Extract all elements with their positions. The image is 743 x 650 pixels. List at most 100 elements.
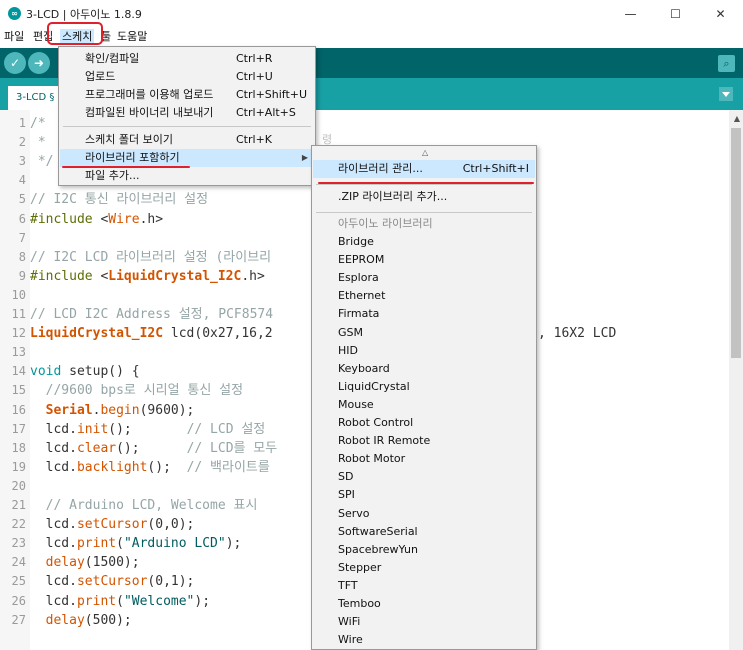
line-number: 24 (11, 555, 26, 570)
line-number: 21 (11, 498, 26, 512)
library-item[interactable]: Keyboard (313, 360, 535, 378)
library-item[interactable]: Robot IR Remote (313, 432, 535, 450)
library-item[interactable]: TFT (313, 577, 535, 595)
sketch-menu-item[interactable]: 확인/컴파일 Ctrl+R (60, 50, 314, 68)
line-number: 5 (18, 192, 26, 207)
sketch-menu-item[interactable]: 컴파일된 바이너리 내보내기 Ctrl+Alt+S (60, 104, 314, 122)
submenu-item-label: 아두이노 라이브러리 (338, 217, 433, 230)
line-number: 13 (11, 345, 26, 360)
library-item[interactable]: HID (313, 342, 535, 360)
code-text: // I2C 통신 라이브러리 설정 (30, 190, 208, 209)
code-token: */ (30, 154, 54, 170)
library-item[interactable]: EEPROM (313, 251, 535, 269)
line-number: 12 (11, 326, 26, 341)
code-token: ); (194, 593, 211, 609)
code-token: (0,0); (147, 517, 195, 533)
add-zip-library-item[interactable]: .ZIP 라이브러리 추가... (313, 188, 535, 206)
maximize-button[interactable]: ☐ (653, 0, 698, 28)
check-icon[interactable]: ✓ (4, 52, 26, 74)
library-item[interactable]: Robot Control (313, 414, 535, 432)
code-text: lcd.setCursor(0,0); (30, 515, 195, 534)
submenu-item-label: HID (338, 343, 358, 357)
magnifier-icon[interactable]: ⌕ (718, 55, 735, 72)
annotation-underline-manage (318, 182, 534, 184)
code-token: setCursor (76, 574, 148, 590)
scroll-up-icon[interactable]: ▲ (734, 114, 740, 123)
sketch-menu-item[interactable]: 업로드 Ctrl+U (60, 68, 314, 86)
sketch-menu-item[interactable]: 스케치 폴더 보이기 Ctrl+K (60, 131, 314, 149)
code-text: delay(1500); (30, 553, 140, 572)
arduino-logo-icon: ∞ (8, 7, 21, 20)
code-token: //9600 bps로 시리얼 통신 설정 (30, 383, 244, 399)
line-number: 16 (11, 402, 26, 417)
menu-item-label: 파일 추가... (85, 169, 140, 182)
library-item[interactable]: SPI (313, 486, 535, 504)
menu-item-label: 업로드 (85, 70, 116, 83)
line-number: 1 (18, 116, 26, 130)
library-item[interactable]: Mouse (313, 396, 535, 414)
menu-file[interactable]: 파일 (4, 29, 24, 45)
submenu-arrow-icon: ▶ (301, 153, 308, 162)
manage-libraries-item[interactable]: 라이브러리 관리... Ctrl+Shift+I (313, 160, 535, 178)
code-token: print (76, 593, 117, 609)
library-item[interactable]: Ethernet (313, 287, 535, 305)
library-item[interactable]: SoftwareSerial (313, 523, 535, 541)
arrow-right-icon[interactable]: ➜ (28, 52, 50, 74)
annotation-underline-include (62, 166, 190, 168)
code-text: lcd.init(); // LCD 설정 (30, 420, 266, 439)
code-token: lcd. (30, 459, 77, 475)
code-token: ( (116, 536, 124, 552)
library-item[interactable]: Firmata (313, 305, 535, 323)
library-item[interactable]: LiquidCrystal (313, 378, 535, 396)
annotation-sketch-highlight (47, 22, 103, 45)
submenu-item-shortcut: Ctrl+Shift+I (462, 162, 529, 175)
menu-separator (63, 126, 311, 127)
library-item[interactable]: Servo (313, 505, 535, 523)
tab-menu-button[interactable] (719, 87, 733, 101)
code-token: lcd(0x27,16,2 (163, 326, 273, 342)
library-item[interactable]: Wire (313, 631, 535, 649)
submenu-item-label: SoftwareSerial (338, 524, 418, 538)
code-text: #include <LiquidCrystal_I2C.h> (30, 267, 265, 286)
menu-item-shortcut: Ctrl+R (236, 52, 273, 65)
library-item[interactable]: Esplora (313, 269, 535, 287)
scrollbar-thumb[interactable] (731, 128, 741, 358)
line-number: 14 (11, 364, 26, 379)
sketch-menu-item[interactable]: 프로그래머를 이용해 업로드 Ctrl+Shift+U (60, 86, 314, 104)
code-token: lcd. (30, 593, 77, 609)
sketch-menu: 확인/컴파일 Ctrl+R 업로드 Ctrl+U 프로그래머를 이용해 업로드 Ctrl+… (58, 46, 316, 186)
library-item[interactable]: SpacebrewYun (313, 541, 535, 559)
line-number: 10 (11, 287, 26, 302)
library-item[interactable]: Bridge (313, 233, 535, 251)
code-token: // 백라이트를 (186, 459, 270, 475)
code-token: print (76, 536, 117, 552)
sketch-menu-item[interactable]: 파일 추가... (60, 167, 314, 185)
submenu-item-label: Robot Motor (338, 452, 406, 466)
submenu-item-label: SpacebrewYun (338, 542, 418, 556)
code-token: (9600); (139, 402, 195, 418)
submenu-item-label: LiquidCrystal (338, 379, 410, 393)
sketch-menu-item[interactable]: 라이브러리 포함하기 ▶ (60, 149, 314, 167)
code-text: lcd.clear(); // LCD를 모두 (30, 439, 278, 458)
library-item[interactable]: Robot Motor (313, 450, 535, 468)
tab-3-lcd[interactable]: 3-LCD § (8, 86, 62, 110)
code-token: "Arduino LCD" (123, 536, 226, 552)
menu-item-label: 확인/컴파일 (85, 52, 140, 65)
code-token: clear (76, 440, 117, 456)
library-item[interactable]: SD (313, 468, 535, 486)
library-item[interactable]: WiFi (313, 613, 535, 631)
menu-item-label: 스케치 폴더 보이기 (85, 133, 173, 146)
line-number: 18 (11, 440, 26, 455)
minimize-button[interactable]: — (608, 0, 653, 28)
close-button[interactable]: ✕ (698, 0, 743, 28)
library-item[interactable]: Temboo (313, 595, 535, 613)
line-number: 26 (11, 593, 26, 608)
editor-scrollbar[interactable]: ▲ (729, 110, 743, 650)
code-token: lcd. (30, 536, 77, 552)
library-item[interactable]: Stepper (313, 559, 535, 577)
menu-help[interactable]: 도움말 (117, 29, 147, 45)
submenu-scroll-up-icon[interactable]: △ (422, 148, 428, 157)
library-item[interactable]: GSM (313, 324, 535, 342)
